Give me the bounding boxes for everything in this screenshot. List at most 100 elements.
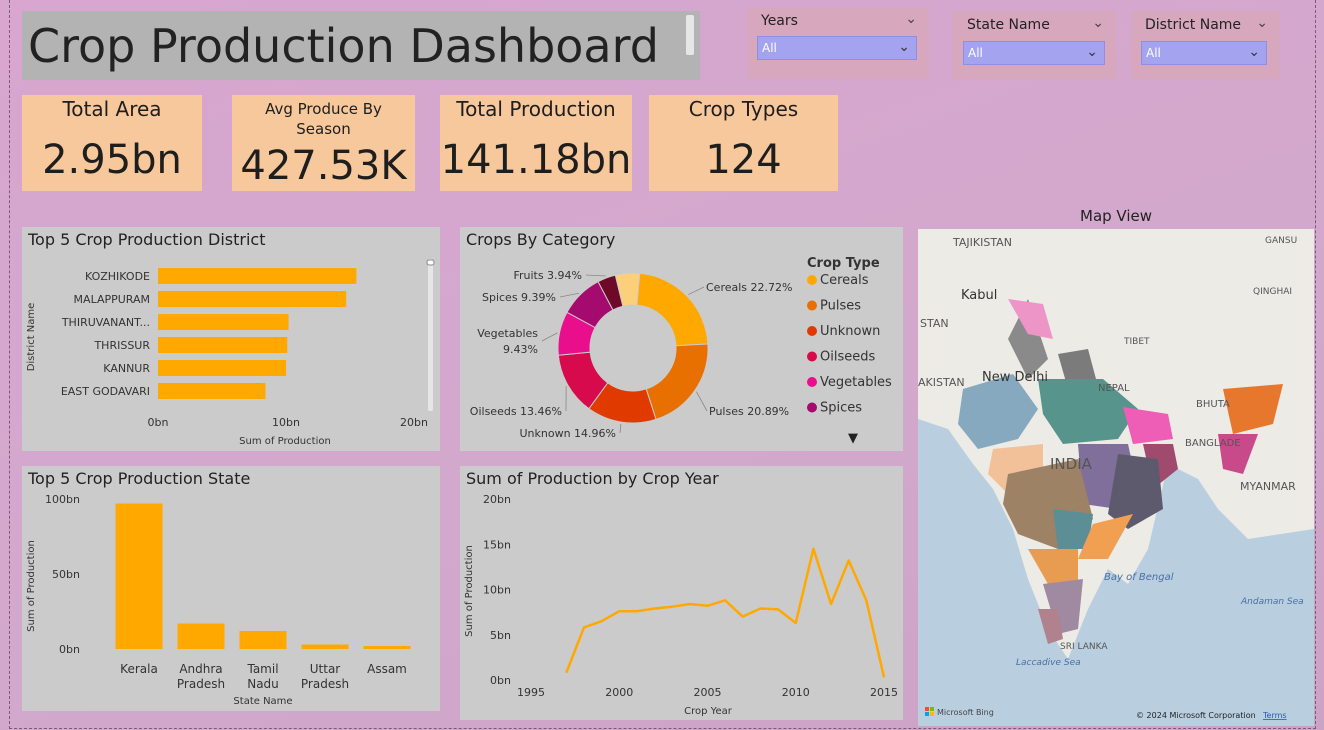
title-scrollbar[interactable] <box>686 15 694 55</box>
state-tick-label: Uttar Pradesh <box>301 662 349 691</box>
district-bar <box>158 314 289 330</box>
legend-item: Spices <box>820 401 862 416</box>
map-label-new-delhi: New Delhi <box>982 370 1048 385</box>
y-axis-label: Sum of Production <box>26 540 37 632</box>
chevron-down-icon[interactable]: ⌄ <box>1092 15 1104 31</box>
state-bar-chart: 0bn 50bn 100bn Kerala Andhra Pradesh Tamil Nadu… <box>26 493 411 707</box>
legend-marker <box>807 300 817 311</box>
district-tick-label: THIRUVANANT... <box>61 316 150 329</box>
district-tick-label: EAST GODAVARI <box>61 385 150 398</box>
district-tick-label: KANNUR <box>103 362 150 375</box>
map-label-bay-of-bengal: Bay of Bengal <box>1104 572 1174 583</box>
district-bar <box>158 268 357 284</box>
scrollbar-thumb[interactable] <box>426 259 435 266</box>
map-label-myanmar: MYANMAR <box>1240 480 1296 493</box>
slicer-years[interactable]: Years ⌄ All ⌄ <box>747 7 929 79</box>
slice-label: Unknown 14.96% <box>519 427 616 440</box>
map-label-nepal: NEPAL <box>1098 383 1130 394</box>
leader-line <box>541 332 558 342</box>
map-attribution: Microsoft Bing <box>937 708 994 717</box>
kpi-title: Avg Produce By Season <box>265 100 382 138</box>
map-view[interactable]: TAJIKISTAN GANSU Kabul QINGHAI STAN TIBE… <box>918 229 1314 726</box>
year-chart-panel[interactable]: Sum of Production by Crop Year 0bn 5bn 10b… <box>460 466 903 720</box>
y-tick-label: 100bn <box>45 493 80 506</box>
legend-item: Cereals <box>820 273 869 288</box>
slicer-state-name[interactable]: State Name ⌄ All ⌄ <box>953 11 1116 79</box>
page-title: Crop Production Dashboard <box>28 19 659 73</box>
district-chart-panel[interactable]: Top 5 Crop Production District KOZHIKODE… <box>22 227 440 451</box>
map-label-kabul: Kabul <box>961 288 997 303</box>
state-bar <box>239 631 287 649</box>
district-bar <box>158 360 286 376</box>
leader-line <box>688 286 705 295</box>
state-bar <box>301 644 349 649</box>
x-tick-label: 1995 <box>517 686 545 699</box>
slicer-district-label: District Name <box>1145 17 1242 33</box>
y-tick-label: 0bn <box>59 643 80 656</box>
state-tick-label: Kerala <box>120 662 158 676</box>
legend-more-arrow-icon[interactable]: ▼ <box>848 431 858 446</box>
map-label-india: INDIA <box>1050 455 1093 473</box>
district-dropdown[interactable]: All ⌄ <box>1141 41 1267 65</box>
production-line <box>565 547 886 678</box>
chevron-down-icon[interactable]: ⌄ <box>905 11 917 27</box>
donut-slice <box>645 343 709 421</box>
state-tick-label: Assam <box>367 662 407 676</box>
legend-marker <box>807 402 817 413</box>
map-label-bhutan: BHUTA <box>1196 399 1230 410</box>
kpi-value: 124 <box>705 137 782 183</box>
x-tick-label: 10bn <box>272 416 300 429</box>
slice-label: 9.43% <box>503 343 538 356</box>
kpi-total-area: Total Area 2.95bn <box>22 95 202 191</box>
district-dropdown-value: All <box>1146 46 1161 60</box>
slice-label: Vegetables <box>477 327 538 340</box>
map-label-qinghai: QINGHAI <box>1253 287 1292 297</box>
year-line-chart: 0bn 5bn 10bn 15bn 20bn 1995 2000 2005 2010 2015 S… <box>464 493 898 717</box>
kpi-crop-types: Crop Types 124 <box>649 95 838 191</box>
years-dropdown[interactable]: All ⌄ <box>757 36 917 60</box>
kpi-title: Total Production <box>456 97 616 121</box>
category-chart-panel[interactable]: Crops By Category Cereals 22.72% Pulses 2… <box>460 227 903 451</box>
x-axis-label: Sum of Production <box>239 436 331 447</box>
map-label-tibet: TIBET <box>1123 337 1150 347</box>
legend-marker <box>807 377 817 387</box>
state-dropdown[interactable]: All ⌄ <box>963 41 1105 65</box>
y-axis-label: District Name <box>26 303 37 372</box>
x-tick-label: 2005 <box>694 686 722 699</box>
y-tick-label: 5bn <box>490 629 511 642</box>
y-tick-label: 20bn <box>483 493 511 506</box>
kpi-total-production: Total Production 141.18bn <box>440 95 632 191</box>
chevron-down-icon: ⌄ <box>1248 44 1260 60</box>
kpi-value: 141.18bn <box>440 137 632 183</box>
kpi-value: 2.95bn <box>42 137 182 183</box>
state-bar <box>177 623 225 649</box>
district-bar <box>158 291 347 307</box>
kpi-value: 427.53K <box>240 143 407 189</box>
district-tick-label: THRISSUR <box>93 339 150 352</box>
leader-line <box>619 423 622 434</box>
slice-label: Oilseeds 13.46% <box>470 405 562 418</box>
x-tick-label: 0bn <box>148 416 169 429</box>
legend-item: Unknown <box>820 324 880 339</box>
scrollbar-track[interactable] <box>428 259 433 411</box>
map-label-gansu: GANSU <box>1265 236 1297 246</box>
legend-marker <box>807 351 817 362</box>
title-box: Crop Production Dashboard <box>22 11 700 80</box>
leader-line <box>696 391 708 412</box>
district-tick-label: KOZHIKODE <box>85 270 150 283</box>
slicer-state-label: State Name <box>967 17 1050 33</box>
state-chart-panel[interactable]: Top 5 Crop Production State 0bn 50bn 100bn… <box>22 466 440 711</box>
map-copyright: © 2024 Microsoft Corporation <box>1136 711 1256 720</box>
y-tick-label: 10bn <box>483 584 511 597</box>
slicer-district-name[interactable]: District Name ⌄ All ⌄ <box>1131 11 1280 79</box>
donut-slice <box>636 272 709 347</box>
category-donut-chart: Cereals 22.72% Pulses 20.89% Unknown 14.96… <box>470 256 892 446</box>
state-bar <box>363 646 411 649</box>
x-axis-label: State Name <box>233 696 292 707</box>
map-terms-link[interactable]: Terms <box>1262 711 1287 720</box>
map-label-stan: STAN <box>920 317 949 330</box>
chevron-down-icon[interactable]: ⌄ <box>1256 15 1268 31</box>
map-label-pakistan: AKISTAN <box>918 376 965 389</box>
district-bar <box>158 383 266 399</box>
x-tick-label: 20bn <box>400 416 428 429</box>
